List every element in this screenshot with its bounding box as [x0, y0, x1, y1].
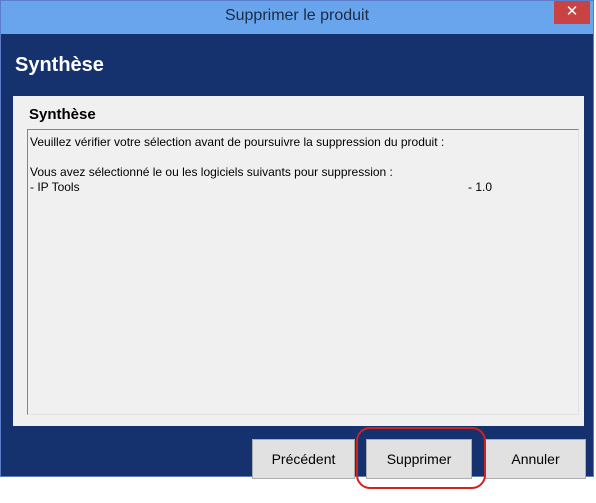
page-title: Synthèse	[15, 54, 104, 76]
section-title: Synthèse	[29, 106, 96, 123]
close-button[interactable]: ✕	[554, 1, 590, 24]
previous-button[interactable]: Précédent	[252, 439, 355, 479]
delete-button[interactable]: Supprimer	[366, 439, 472, 479]
summary-textbox[interactable]: Veuillez vérifier votre sélection avant …	[27, 129, 579, 415]
title-bar[interactable]: Supprimer le produit ✕	[1, 1, 593, 34]
close-icon: ✕	[565, 3, 579, 20]
window-title: Supprimer le produit	[224, 7, 370, 24]
cancel-button[interactable]: Annuler	[485, 439, 586, 479]
content-panel: Synthèse Veuillez vérifier votre sélecti…	[13, 96, 584, 426]
product-name: - IP Tools	[30, 180, 80, 194]
summary-line: Veuillez vérifier votre sélection avant …	[30, 135, 445, 149]
product-version: - 1.0	[468, 180, 493, 194]
header-band: Synthèse	[5, 34, 589, 90]
dialog-window: Supprimer le produit ✕ Synthèse Synthèse…	[0, 0, 594, 479]
summary-line: Vous avez sélectionné le ou les logiciel…	[30, 165, 393, 179]
